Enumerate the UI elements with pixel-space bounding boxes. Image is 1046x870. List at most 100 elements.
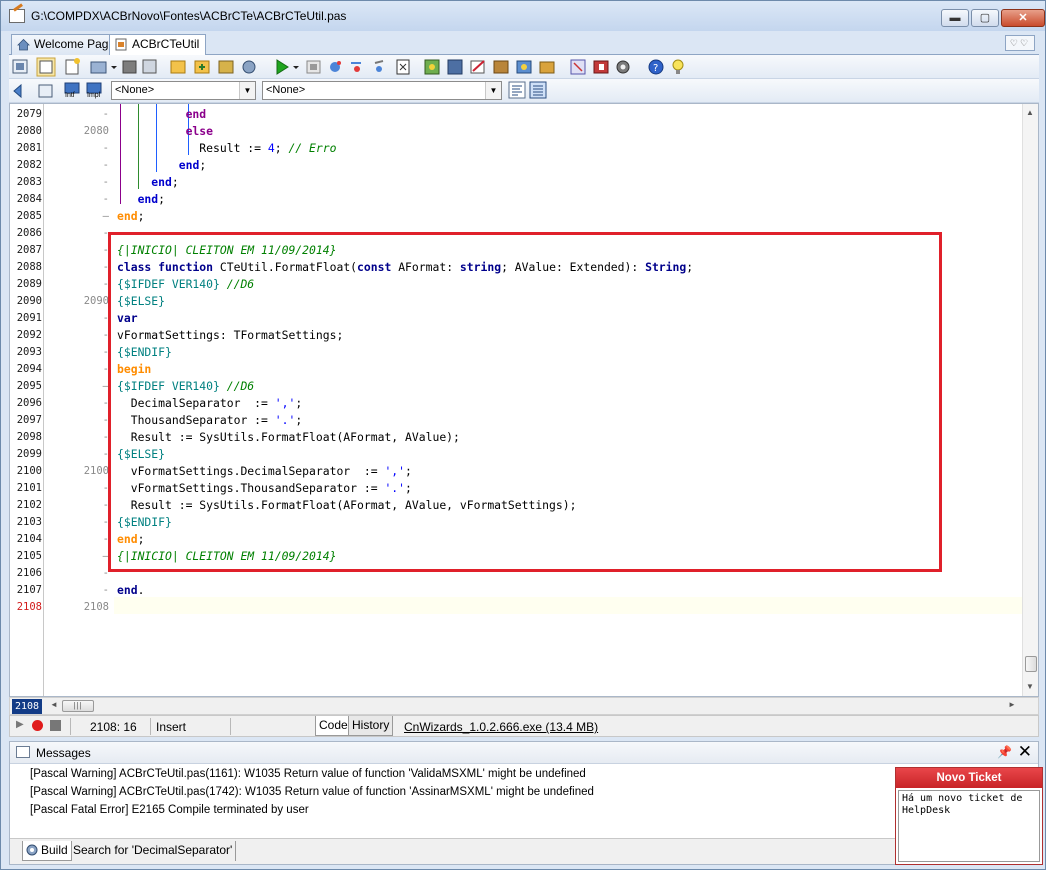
code-token: {|INICIO| CLEITON EM 11/09/2014}: [117, 243, 337, 257]
code-line[interactable]: begin: [117, 361, 1025, 378]
tab-list-button[interactable]: ♡♡: [1005, 35, 1035, 51]
message-item[interactable]: [Pascal Warning] ACBrCTeUtil.pas(1742): …: [30, 784, 594, 800]
fold-marker[interactable]: –: [45, 378, 109, 395]
code-line[interactable]: end: [117, 106, 1025, 123]
code-line[interactable]: vFormatSettings: TFormatSettings;: [117, 327, 1025, 344]
scroll-thumb[interactable]: [1025, 656, 1037, 672]
line-number: 2096: [16, 397, 42, 409]
code-line[interactable]: end;: [117, 208, 1025, 225]
code-area[interactable]: end else Result := 4; // Erro end; end ; …: [114, 104, 1025, 696]
package-icon: [493, 60, 509, 74]
code-line[interactable]: [117, 565, 1025, 582]
stop-macro-icon[interactable]: [50, 720, 61, 731]
scroll-right-icon[interactable]: ►: [1008, 700, 1016, 709]
scroll-up-icon[interactable]: ▲: [1026, 108, 1034, 117]
minimize-button[interactable]: ▬: [941, 9, 969, 27]
source-format-icon: [570, 59, 586, 75]
code-token: end: [151, 175, 172, 189]
code-line[interactable]: Result := SysUtils.FormatFloat(AFormat, …: [117, 429, 1025, 446]
code-line[interactable]: vFormatSettings.DecimalSeparator := ',';: [117, 463, 1025, 480]
code-line[interactable]: {|INICIO| CLEITON EM 11/09/2014}: [117, 548, 1025, 565]
line-number: 2104: [16, 533, 42, 545]
fold-marker: -: [102, 193, 109, 205]
code-line[interactable]: ThousandSeparator := '.';: [117, 412, 1025, 429]
code-line[interactable]: end;: [117, 531, 1025, 548]
add-to-project-icon: [194, 60, 210, 74]
tab-history[interactable]: History: [348, 716, 394, 736]
code-line[interactable]: {$IFDEF VER140} //D6: [117, 276, 1025, 293]
code-line[interactable]: var: [117, 310, 1025, 327]
tab-welcome-page[interactable]: Welcome Page: [11, 34, 123, 55]
messages-header: Messages 📌 ✕: [10, 742, 1038, 764]
fold-marker: -: [102, 108, 109, 120]
fold-marker[interactable]: –: [45, 548, 109, 565]
scroll-down-icon[interactable]: ▼: [1026, 682, 1034, 691]
chevron-down-icon[interactable]: ▼: [239, 82, 255, 99]
class-combo-value: <None>: [115, 84, 155, 96]
tab-build[interactable]: Build: [22, 841, 72, 861]
line-number-gutter: 2079 2080 2081 2082 2083 2084 2085 2086 2087 2088…: [10, 104, 44, 696]
fold-marker: -: [102, 499, 109, 511]
code-line[interactable]: end;: [117, 174, 1025, 191]
code-line[interactable]: {$ELSE}: [117, 293, 1025, 310]
message-item[interactable]: [Pascal Warning] ACBrCTeUtil.pas(1161): …: [30, 766, 586, 782]
fold-marker: -: [102, 244, 109, 256]
new-ticket-popup[interactable]: Novo Ticket Há um novo ticket de HelpDes…: [895, 767, 1043, 865]
horizontal-scrollbar[interactable]: 2108 ◄ ||| ►: [9, 697, 1039, 715]
play-macro-icon[interactable]: ▶: [16, 719, 24, 730]
code-line[interactable]: end;: [117, 191, 1025, 208]
method-combo[interactable]: <None> ▼: [262, 81, 502, 100]
code-editor[interactable]: 2079 2080 2081 2082 2083 2084 2085 2086 2087 2088…: [9, 103, 1039, 697]
code-line[interactable]: [117, 225, 1025, 242]
line-number: 2079: [16, 108, 42, 120]
code-line[interactable]: [117, 599, 1025, 616]
tab-build-label: Build: [41, 843, 68, 857]
impl-label[interactable]: Impl: [87, 92, 100, 100]
code-line[interactable]: end;: [117, 157, 1025, 174]
toolbar-icons: ?: [12, 57, 684, 77]
code-line[interactable]: {$ENDIF}: [117, 344, 1025, 361]
fold-marker: -: [102, 414, 109, 426]
tab-acbrcteutil[interactable]: ACBrCTeUtil: [109, 34, 207, 56]
class-combo[interactable]: <None> ▼: [111, 81, 256, 100]
unit-file-icon: [115, 38, 127, 51]
fold-marker[interactable]: –: [45, 208, 109, 225]
line-number: 2107: [16, 584, 42, 596]
code-line[interactable]: {$ELSE}: [117, 446, 1025, 463]
code-line[interactable]: DecimalSeparator := ',';: [117, 395, 1025, 412]
code-line[interactable]: Result := 4; // Erro: [117, 140, 1025, 157]
close-button[interactable]: ✕: [1001, 9, 1045, 27]
record-macro-icon[interactable]: [32, 720, 43, 731]
cnwizards-link[interactable]: CnWizards_1.0.2.666.exe (13.4 MB): [404, 719, 598, 735]
code-line[interactable]: class function CTeUtil.FormatFloat(const…: [117, 259, 1025, 276]
line-number: 2091: [16, 312, 42, 324]
vertical-scrollbar[interactable]: ▲ ▼: [1022, 104, 1038, 696]
fold-marker: -: [102, 397, 109, 409]
line-number: 2098: [16, 431, 42, 443]
pin-icon[interactable]: 📌: [997, 745, 1012, 759]
code-line[interactable]: {$ENDIF}: [117, 514, 1025, 531]
line-number: 2101: [16, 482, 42, 494]
code-line[interactable]: Result := SysUtils.FormatFloat(AFormat, …: [117, 497, 1025, 514]
code-line[interactable]: vFormatSettings.ThousandSeparator := '.'…: [117, 480, 1025, 497]
maximize-button[interactable]: ▢: [971, 9, 999, 27]
line-number: 2081: [16, 142, 42, 154]
code-token: const: [357, 260, 392, 274]
chevron-down-icon[interactable]: ▼: [485, 82, 501, 99]
line-number: 2084: [16, 193, 42, 205]
tab-search-results[interactable]: Search for 'DecimalSeparator': [70, 841, 237, 861]
fold-marker: -: [102, 448, 109, 460]
horizontal-scroll-thumb[interactable]: |||: [62, 700, 94, 712]
message-item[interactable]: [Pascal Fatal Error] E2165 Compile termi…: [30, 802, 309, 818]
code-token: String: [645, 260, 687, 274]
scroll-left-icon[interactable]: ◄: [50, 700, 58, 709]
window-title: G:\COMPDX\ACBrNovo\Fontes\ACBrCTe\ACBrCT…: [31, 9, 347, 23]
code-line[interactable]: {|INICIO| CLEITON EM 11/09/2014}: [117, 242, 1025, 259]
intf-label[interactable]: Intf: [65, 92, 75, 100]
tab-code[interactable]: Code: [315, 716, 352, 736]
code-line[interactable]: end.: [117, 582, 1025, 599]
code-line[interactable]: else: [117, 123, 1025, 140]
code-line[interactable]: {$IFDEF VER140} //D6: [117, 378, 1025, 395]
fold-marker: -: [102, 482, 109, 494]
close-panel-icon[interactable]: ✕: [1018, 742, 1032, 762]
